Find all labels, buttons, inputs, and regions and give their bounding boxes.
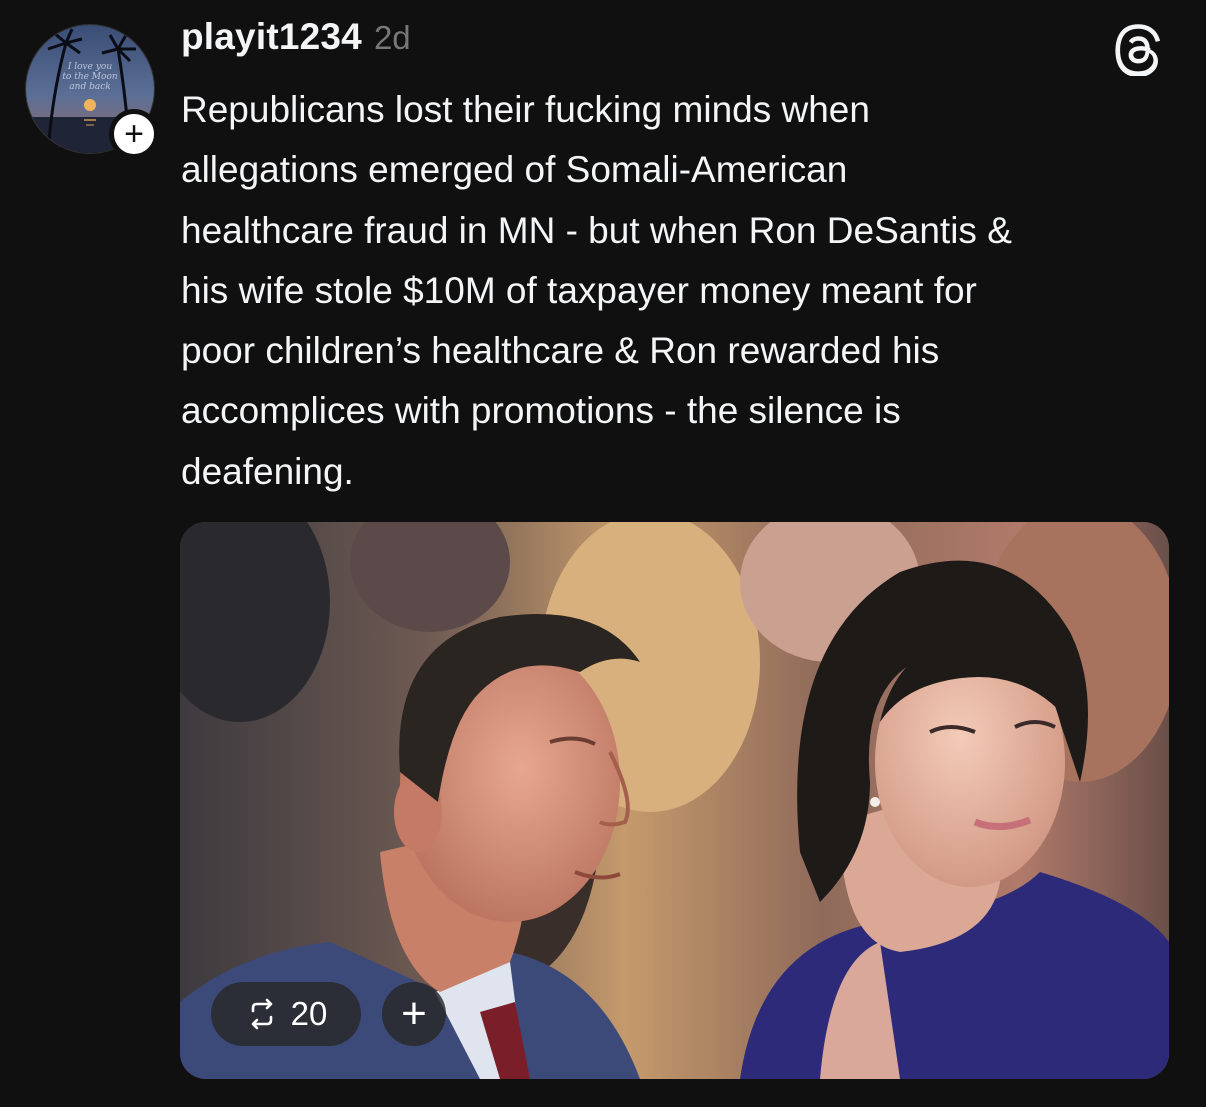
repost-button[interactable]: 20 — [211, 982, 361, 1046]
post-header: playit1234 2d — [181, 16, 411, 62]
repost-count: 20 — [290, 995, 328, 1032]
avatar-container[interactable]: I love you to the Moon and back + — [25, 24, 159, 159]
add-button[interactable]: + — [382, 982, 446, 1046]
avatar-caption-line: to the Moon — [62, 72, 118, 82]
follow-button[interactable]: + — [109, 109, 159, 159]
post-image[interactable]: 20 + — [180, 522, 1169, 1079]
timestamp: 2d — [373, 19, 411, 56]
plus-icon: + — [401, 989, 427, 1038]
plus-icon: + — [124, 115, 144, 153]
username[interactable]: playit1234 — [181, 16, 362, 58]
post-text: Republicans lost their fucking minds whe… — [181, 89, 1012, 492]
avatar-caption: I love you to the Moon and back — [26, 62, 154, 92]
avatar-caption-line: I love you — [67, 62, 113, 72]
repost-icon — [251, 998, 272, 1030]
threads-logo-icon[interactable] — [1114, 24, 1166, 77]
avatar-caption-line: and back — [69, 82, 111, 92]
